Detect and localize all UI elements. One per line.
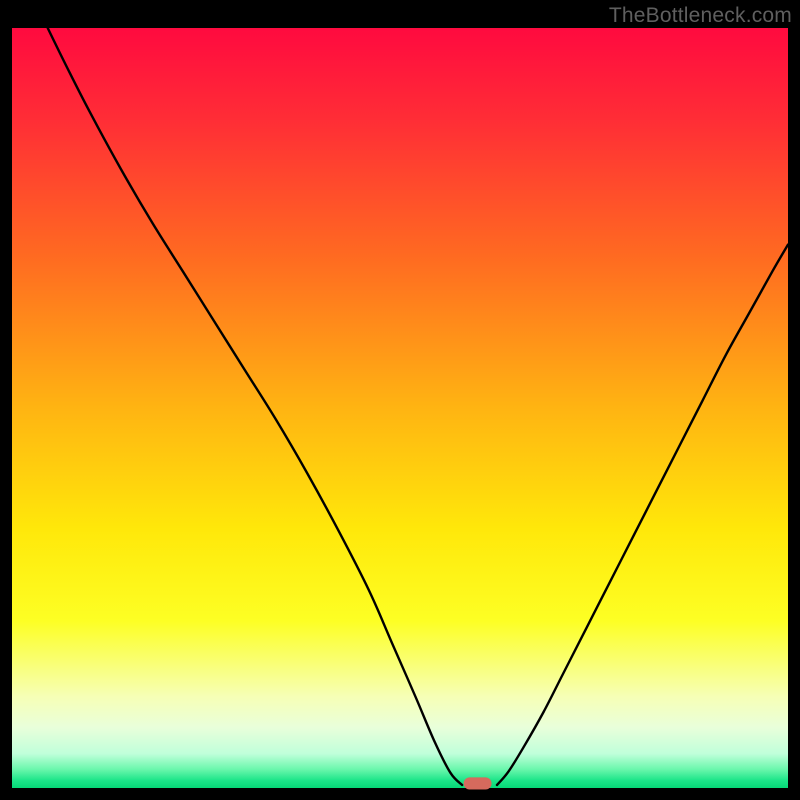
plot-background (12, 28, 788, 788)
watermark-text: TheBottleneck.com (609, 4, 792, 28)
min-marker (464, 777, 492, 789)
chart-svg (0, 0, 800, 800)
chart-container: TheBottleneck.com (0, 0, 800, 800)
